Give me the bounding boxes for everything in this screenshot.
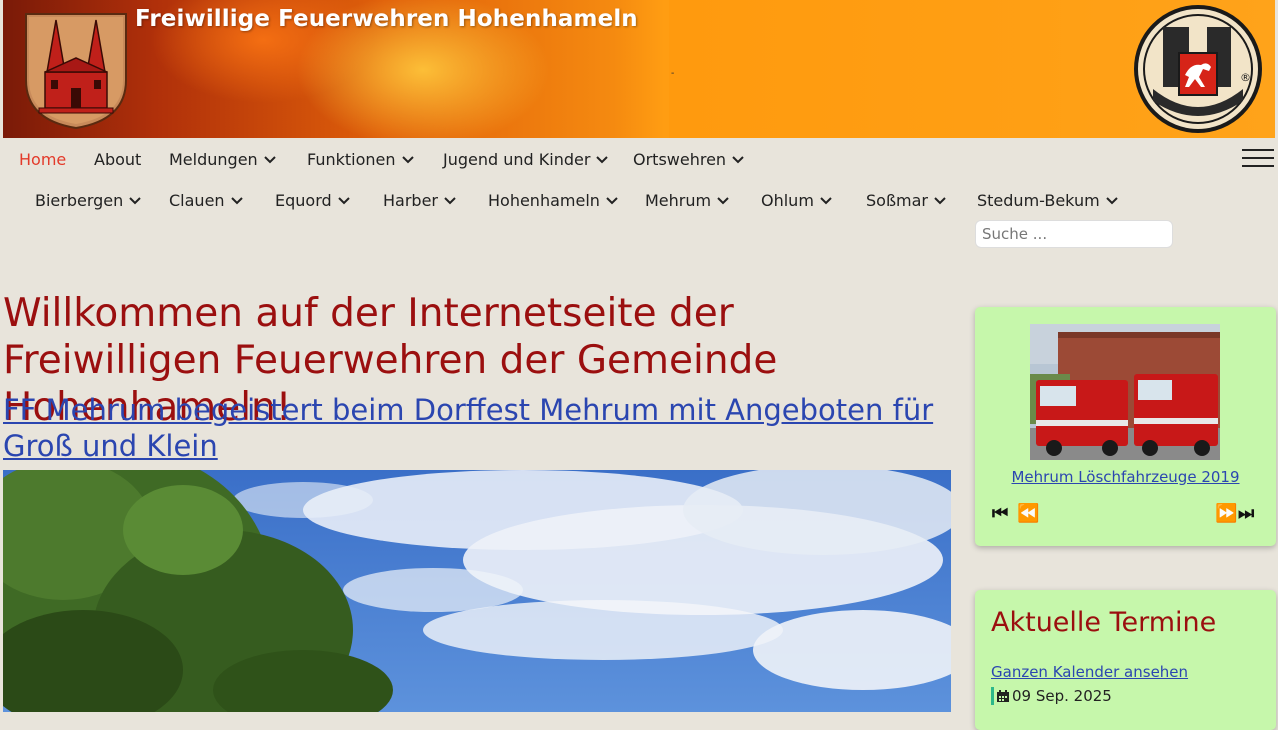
last-image-icon[interactable]: ⏭ <box>1238 503 1254 524</box>
nav-item-ohlum[interactable]: Ohlum <box>761 191 832 210</box>
banner-separator: - <box>671 68 675 79</box>
nav-item-clauen[interactable]: Clauen <box>169 191 243 210</box>
nav-label: Soßmar <box>866 191 928 210</box>
nav-item-about[interactable]: About <box>94 150 141 169</box>
event-date[interactable]: 09 Sep. 2025 <box>991 687 1112 705</box>
event-date-text: 09 Sep. 2025 <box>1012 687 1112 705</box>
nav-item-harber[interactable]: Harber <box>383 191 456 210</box>
chevron-down-icon <box>444 194 456 209</box>
previous-image-icon[interactable]: ⏪ <box>1017 503 1039 524</box>
nav-label: Ortswehren <box>633 150 727 169</box>
nav-label: Bierbergen <box>35 191 124 210</box>
gallery-caption-link[interactable]: Mehrum Löschfahrzeuge 2019 <box>975 468 1276 486</box>
chevron-down-icon <box>401 153 414 168</box>
chevron-down-icon <box>129 194 141 209</box>
chevron-down-icon <box>820 194 832 209</box>
nav-item-meldungen[interactable]: Meldungen <box>169 150 276 169</box>
nav-label: Harber <box>383 191 438 210</box>
coat-of-arms-logo[interactable] <box>23 10 129 130</box>
nav-label: Stedum-Bekum <box>977 191 1100 210</box>
nav-label: Clauen <box>169 191 225 210</box>
nav-label: Funktionen <box>307 150 396 169</box>
nav-item-ortswehren[interactable]: Ortswehren <box>633 150 744 169</box>
fire-department-badge-logo[interactable]: ® <box>1133 5 1263 133</box>
nav-item-equord[interactable]: Equord <box>275 191 350 210</box>
nav-label: Mehrum <box>645 191 712 210</box>
nav-item-hohenhameln[interactable]: Hohenhameln <box>488 191 618 210</box>
chevron-down-icon <box>717 194 729 209</box>
chevron-down-icon <box>1105 194 1118 209</box>
sky-tree-photo <box>3 470 951 712</box>
article-hero-image[interactable] <box>3 470 951 712</box>
chevron-down-icon <box>606 194 618 209</box>
next-image-icon[interactable]: ⏩ <box>1215 503 1237 524</box>
chevron-down-icon <box>934 194 946 209</box>
menu-hamburger-icon[interactable] <box>1242 149 1274 171</box>
svg-text:®: ® <box>1240 71 1251 84</box>
nav-label: Jugend und Kinder <box>443 150 591 169</box>
nav-label: Meldungen <box>169 150 258 169</box>
site-title[interactable]: Freiwillige Feuerwehren Hohenhameln <box>135 6 638 32</box>
header-banner: Freiwillige Feuerwehren Hohenhameln - ® <box>3 0 1275 138</box>
nav-item-bierbergen[interactable]: Bierbergen <box>35 191 141 210</box>
calendar-icon <box>997 690 1009 702</box>
full-calendar-link[interactable]: Ganzen Kalender ansehen <box>991 663 1188 681</box>
chevron-down-icon <box>596 153 609 168</box>
chevron-down-icon <box>732 153 744 168</box>
article-title-link[interactable]: FF Mehrum begeistert beim Dorffest Mehru… <box>3 392 953 464</box>
nav-item-mehrum[interactable]: Mehrum <box>645 191 729 210</box>
first-image-icon[interactable]: ⏮ <box>992 503 1008 524</box>
primary-navigation: Home About Meldungen Funktionen Jugend u… <box>0 140 1278 180</box>
nav-label: Hohenhameln <box>488 191 600 210</box>
nav-item-home[interactable]: Home <box>19 150 66 169</box>
search-input[interactable] <box>975 220 1173 248</box>
fire-trucks-photo[interactable] <box>1030 324 1220 460</box>
nav-label: Equord <box>275 191 332 210</box>
nav-item-funktionen[interactable]: Funktionen <box>307 150 414 169</box>
events-title: Aktuelle Termine <box>991 607 1217 638</box>
nav-item-sossmar[interactable]: Soßmar <box>866 191 946 210</box>
nav-label: Home <box>19 150 67 169</box>
nav-label: About <box>94 150 142 169</box>
chevron-down-icon <box>230 194 243 209</box>
chevron-down-icon <box>263 153 276 168</box>
gallery-widget: Mehrum Löschfahrzeuge 2019 ⏮ ⏪ ⏩ ⏭ <box>975 307 1276 546</box>
secondary-navigation: Bierbergen Clauen Equord Harber Hohenham… <box>0 181 1278 221</box>
nav-item-stedum-bekum[interactable]: Stedum-Bekum <box>977 191 1118 210</box>
nav-item-jugend-und-kinder[interactable]: Jugend und Kinder <box>443 150 609 169</box>
nav-label: Ohlum <box>761 191 814 210</box>
chevron-down-icon <box>337 194 350 209</box>
events-widget: Aktuelle Termine Ganzen Kalender ansehen… <box>975 590 1276 730</box>
